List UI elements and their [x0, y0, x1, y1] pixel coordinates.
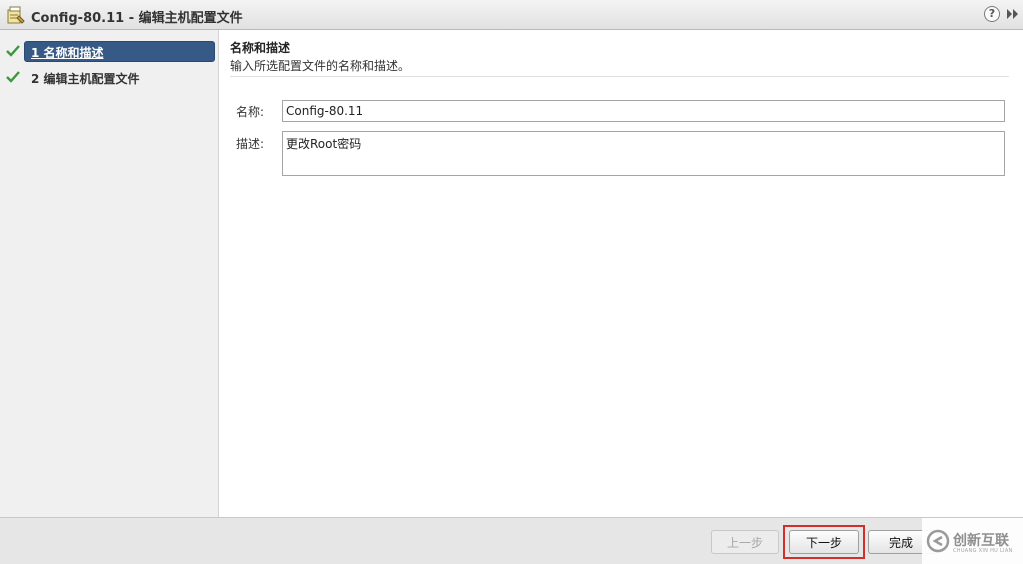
watermark-subtext: CHUANG XIN HU LIAN: [953, 548, 1013, 554]
description-input[interactable]: 更改Root密码: [282, 131, 1005, 176]
watermark-text: 创新互联: [953, 533, 1009, 549]
step-label: 1 名称和描述: [31, 46, 104, 60]
check-icon: [6, 44, 20, 58]
expand-icon[interactable]: [1006, 6, 1020, 22]
check-icon: [6, 70, 20, 84]
step-label: 2 编辑主机配置文件: [31, 72, 140, 86]
watermark: 创新互联 CHUANG XIN HU LIAN: [922, 518, 1023, 564]
wizard-footer: 上一步 下一步 完成: [0, 517, 1023, 564]
section-description: 输入所选配置文件的名称和描述。: [230, 59, 411, 73]
watermark-logo-icon: [926, 529, 950, 553]
next-button[interactable]: 下一步: [789, 530, 859, 554]
window-title: Config-80.11 - 编辑主机配置文件: [31, 11, 243, 26]
main-content: 名称和描述 输入所选配置文件的名称和描述。 名称: 描述: 更改Root密码: [220, 30, 1023, 517]
help-icon[interactable]: ?: [984, 6, 1000, 22]
name-input[interactable]: [282, 100, 1005, 122]
section-title: 名称和描述: [230, 41, 291, 55]
step-2-edit-host-profile[interactable]: 2 编辑主机配置文件: [0, 67, 219, 88]
divider: [230, 76, 1009, 77]
title-bar: Config-80.11 - 编辑主机配置文件 ?: [0, 0, 1023, 30]
step-1-name-and-description[interactable]: 1 名称和描述: [0, 41, 219, 62]
description-label: 描述:: [236, 137, 265, 151]
name-label: 名称:: [236, 105, 265, 119]
wizard-steps-sidebar: 1 名称和描述 2 编辑主机配置文件: [0, 30, 219, 517]
host-profile-icon: [7, 6, 25, 24]
back-button[interactable]: 上一步: [711, 530, 779, 554]
